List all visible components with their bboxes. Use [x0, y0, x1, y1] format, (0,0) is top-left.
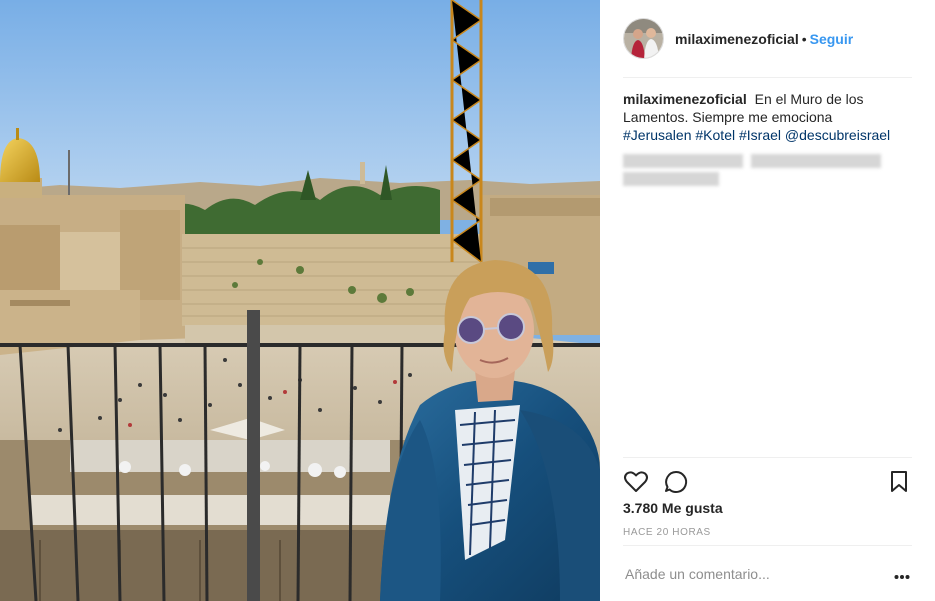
caption-username[interactable]: milaximenezoficial: [623, 91, 747, 107]
post-caption: milaximenezoficial En el Muro de los Lam…: [623, 90, 908, 144]
bookmark-icon[interactable]: [886, 469, 912, 495]
blurred-comment: [623, 152, 883, 190]
post-header: milaximenezoficial • Seguir: [623, 18, 912, 78]
post-details-panel: milaximenezoficial • Seguir milaximenezofi…: [600, 0, 935, 601]
action-bar: [623, 457, 912, 499]
post-timestamp[interactable]: HACE 20 HORAS: [623, 527, 711, 538]
header-separator: •: [801, 31, 807, 47]
post-photo[interactable]: [0, 0, 600, 601]
mention-descubreisrael[interactable]: @descubreisrael: [785, 127, 890, 143]
comment-box: [623, 545, 912, 601]
comment-input[interactable]: [625, 566, 875, 582]
hashtag-kotel[interactable]: #Kotel: [695, 127, 735, 143]
heart-icon[interactable]: [623, 469, 649, 495]
follow-button[interactable]: Seguir: [810, 31, 854, 47]
likes-count[interactable]: 3.780 Me gusta: [623, 500, 723, 516]
post-image: [0, 0, 600, 601]
comment-icon[interactable]: [663, 469, 689, 495]
avatar[interactable]: [623, 18, 664, 59]
more-options-icon[interactable]: [894, 568, 910, 579]
hashtag-jerusalen[interactable]: #Jerusalen: [623, 127, 692, 143]
header-names: milaximenezoficial • Seguir: [675, 31, 853, 47]
avatar-image: [624, 19, 663, 58]
header-username[interactable]: milaximenezoficial: [675, 31, 799, 47]
hashtag-israel[interactable]: #Israel: [739, 127, 781, 143]
